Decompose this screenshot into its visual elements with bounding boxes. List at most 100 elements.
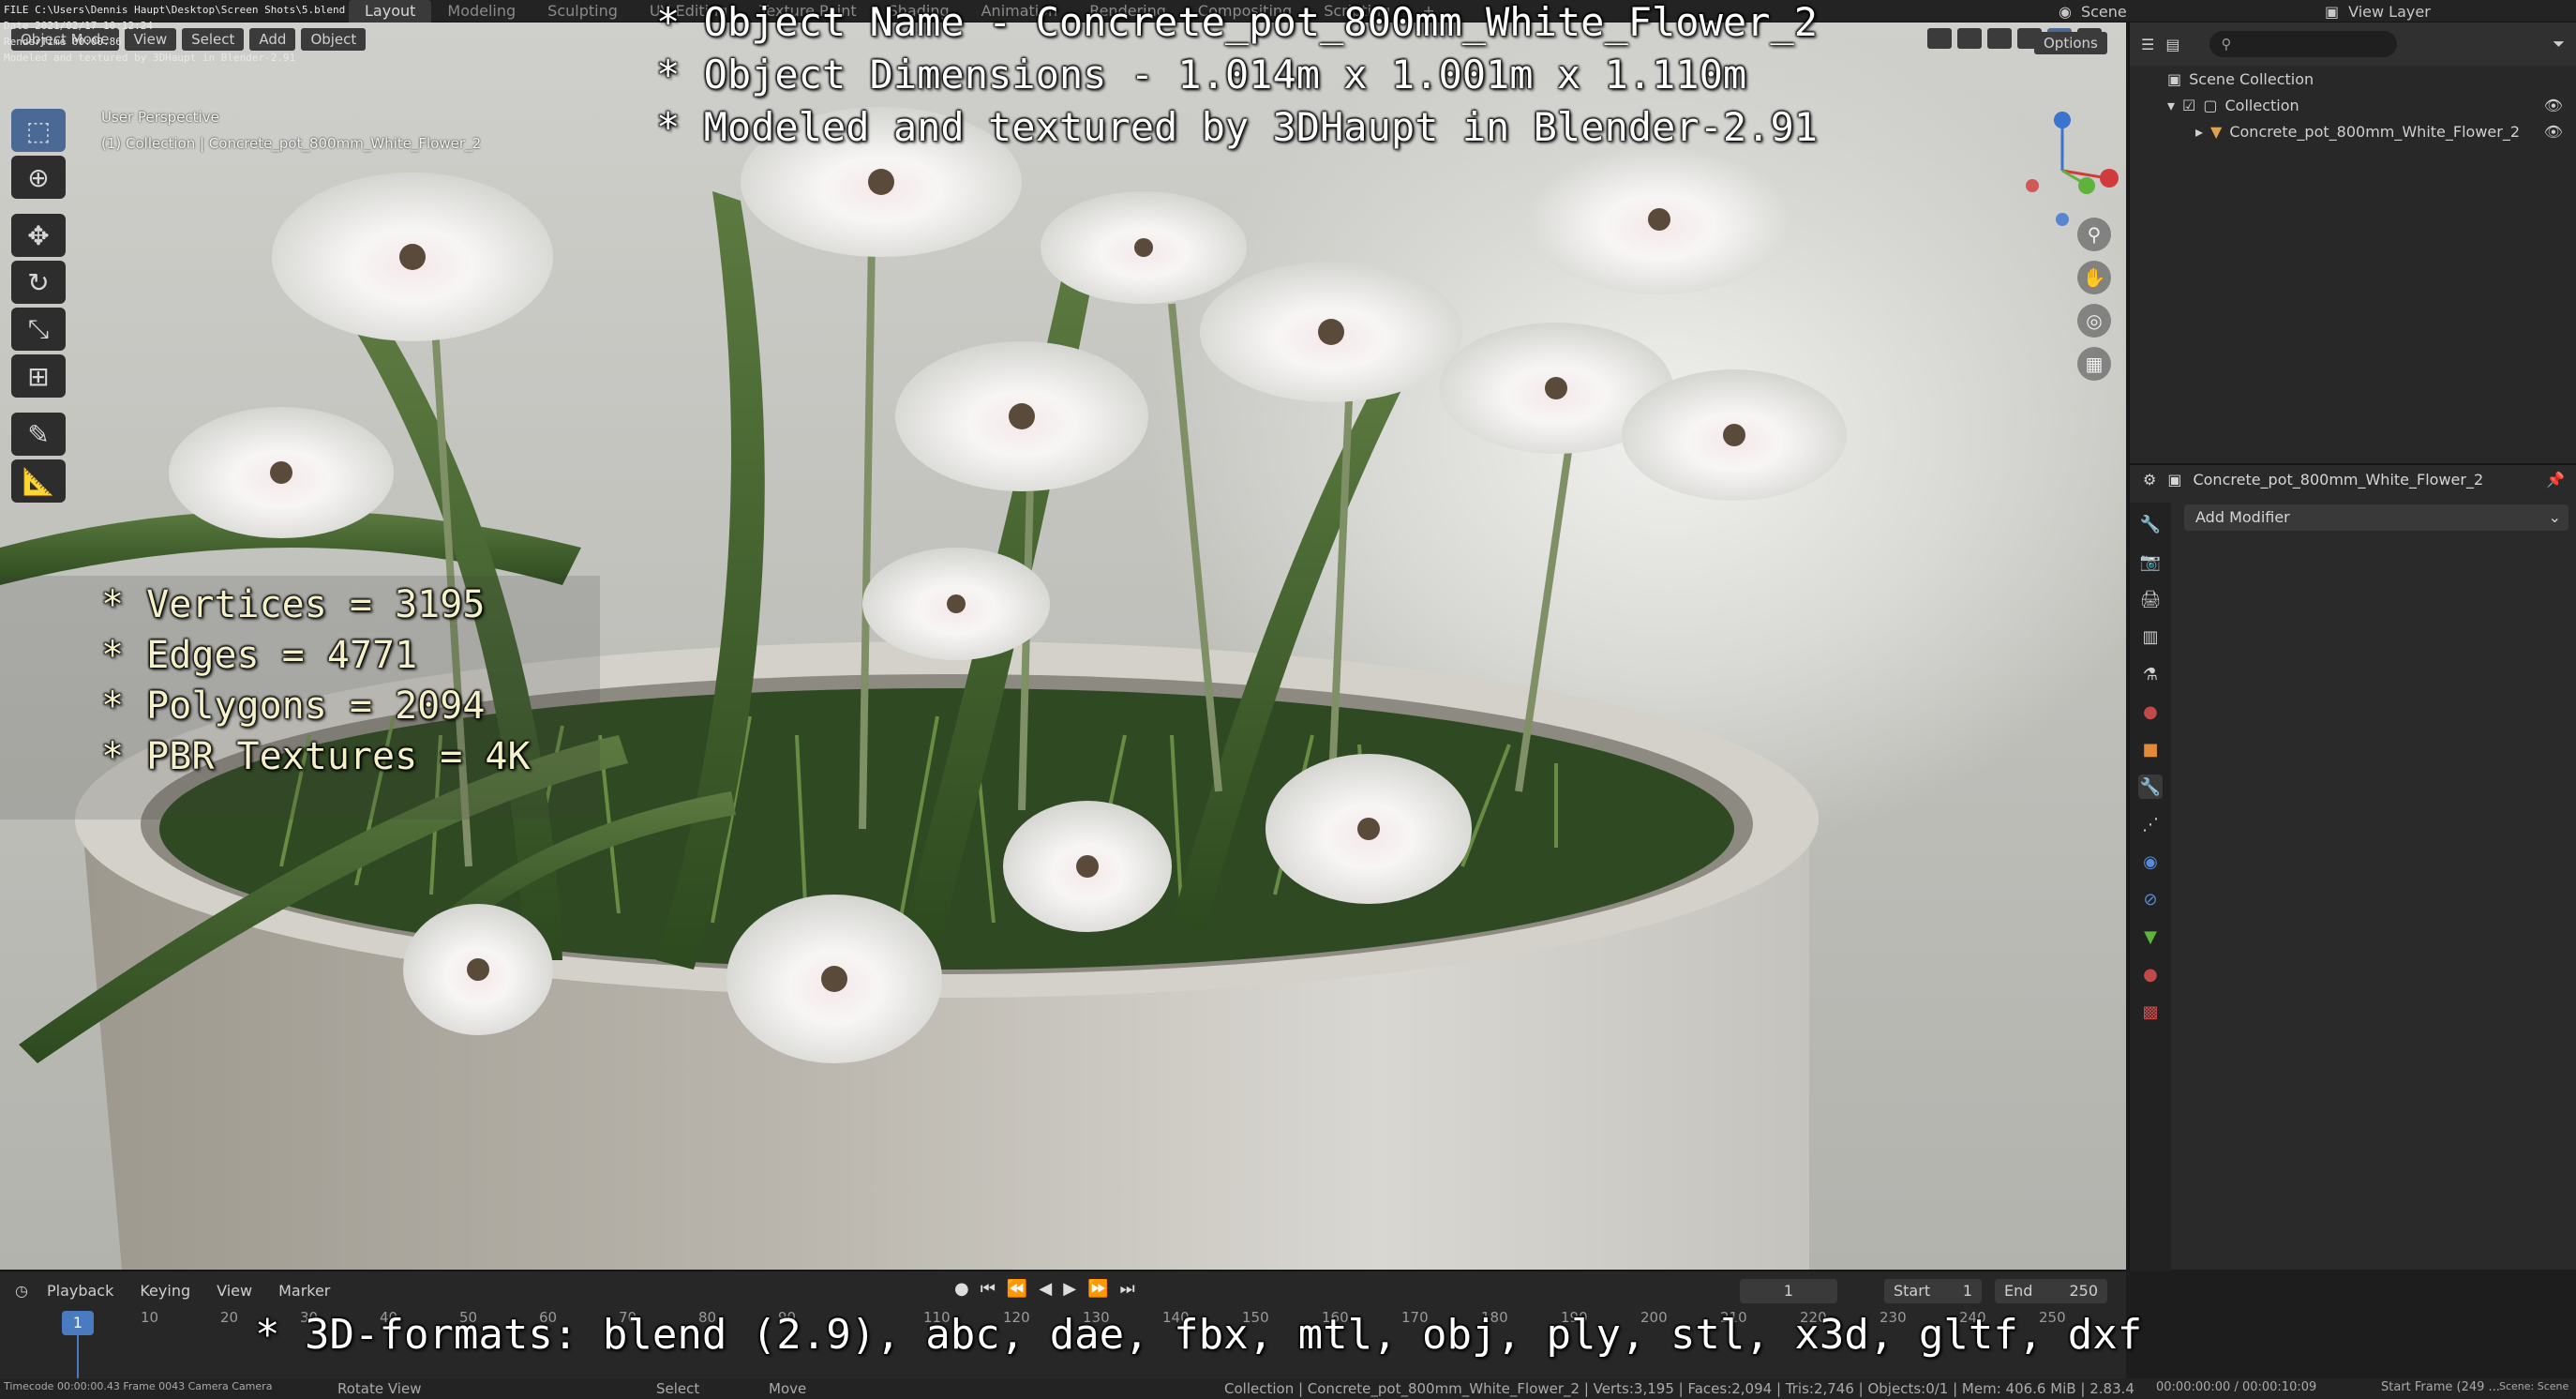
jump-start-icon[interactable]: ⏮ <box>981 1279 996 1299</box>
xray-toggle[interactable] <box>1957 28 1982 49</box>
render-stamp: FILE C:\Users\Dennis Haupt\Desktop\Scree… <box>0 0 375 68</box>
end-value: 250 <box>2069 1282 2098 1300</box>
navigation-gizmo[interactable] <box>2006 105 2119 227</box>
checkbox-icon[interactable]: ☑ <box>2182 97 2195 114</box>
play-icon[interactable]: ▶ <box>1063 1279 1076 1299</box>
end-frame-field[interactable]: End 250 <box>1995 1279 2107 1303</box>
zoom-button[interactable]: ⚲ <box>2077 218 2111 251</box>
expand-arrow-icon: ▸ <box>2195 122 2204 141</box>
play-reverse-icon[interactable]: ◀ <box>1039 1279 1052 1299</box>
overlay-toggle[interactable] <box>1927 28 1952 49</box>
keying-menu[interactable]: Keying <box>132 1280 198 1301</box>
properties-object-name: Concrete_pot_800mm_White_Flower_2 <box>2193 470 2484 489</box>
pan-button[interactable]: ✋ <box>2077 261 2111 294</box>
textures-stat: * PBR Textures = 4K <box>101 735 531 778</box>
tree-item-label: Scene Collection <box>2189 69 2314 88</box>
tree-item-object[interactable]: ▸ ▼ Concrete_pot_800mm_White_Flower_2 👁 <box>2130 118 2576 144</box>
select-box-tool[interactable]: ⬚ <box>11 109 66 152</box>
view-layer-selector[interactable]: ▣ View Layer <box>2325 0 2431 23</box>
tree-item-scene-collection[interactable]: ▣ Scene Collection <box>2130 66 2576 92</box>
add-modifier-label: Add Modifier <box>2195 508 2290 526</box>
timeline-view-menu[interactable]: View <box>209 1280 260 1301</box>
annotate-icon: ✎ <box>27 418 50 450</box>
add-modifier-dropdown[interactable]: Add Modifier ⌄ <box>2184 504 2569 531</box>
mouse-move-hint: Move <box>769 1380 807 1397</box>
current-frame-field[interactable]: 1 <box>1740 1279 1837 1303</box>
scene-tab-icon[interactable]: ⚗ <box>2138 662 2163 686</box>
view-layer-label: View Layer <box>2348 2 2431 21</box>
visibility-eye-icon[interactable]: 👁 <box>2544 123 2563 141</box>
stamp-credit: Modeled and textured by 3DHaupt in Blend… <box>4 52 296 64</box>
collection-icon: ▢ <box>2203 96 2218 114</box>
editor-type-icon[interactable]: ◷ <box>15 1282 28 1300</box>
editor-type-icon[interactable]: ☰ <box>2141 36 2154 53</box>
outliner-search-input[interactable]: ⚲ <box>2209 31 2398 57</box>
scale-tool[interactable]: ⤡ <box>11 308 66 351</box>
timeline-tick: 20 <box>220 1309 239 1326</box>
tree-item-collection[interactable]: ▾ ☑ ▢ Collection 👁 <box>2130 92 2576 118</box>
tool-tab-icon[interactable]: 🔧 <box>2138 512 2163 536</box>
transform-tool[interactable]: ⊞ <box>11 354 66 398</box>
jump-end-icon[interactable]: ⏭ <box>1119 1279 1134 1299</box>
wireframe-shading-button[interactable] <box>1987 28 2012 49</box>
move-tool[interactable]: ✥ <box>11 214 66 257</box>
timeline-tick: 10 <box>141 1309 159 1326</box>
vertices-stat: * Vertices = 3195 <box>101 583 486 626</box>
render-tab-icon[interactable]: 📷 <box>2138 549 2163 574</box>
transport-controls: ● ⏮ ⏪ ◀ ▶ ⏩ ⏭ <box>954 1279 1135 1299</box>
workspace-tab-modeling[interactable]: Modeling <box>431 0 532 23</box>
status-bar: Timecode 00:00:00.43 Frame 0043 Camera C… <box>0 1378 2576 1399</box>
data-tab-icon[interactable]: ▼ <box>2138 925 2163 949</box>
tool-shelf: ⬚ ⊕ ✥ ↻ ⤡ ⊞ ✎ 📐 <box>11 109 66 503</box>
stamp-rendertime: RenderTime 00:00.86 <box>4 36 122 48</box>
physics-tab-icon[interactable]: ◉ <box>2138 850 2163 874</box>
playhead[interactable]: 1 <box>62 1311 94 1335</box>
ortho-toggle-button[interactable]: ▦ <box>2077 347 2111 381</box>
scene-collection-icon: ▣ <box>2167 69 2182 88</box>
rotate-tool[interactable]: ↻ <box>11 261 66 304</box>
active-collection-label: (1) Collection | Concrete_pot_800mm_Whit… <box>101 135 482 152</box>
scale-icon: ⤡ <box>27 313 50 344</box>
cursor-tool[interactable]: ⊕ <box>11 156 66 199</box>
filter-icon[interactable]: ⏷ <box>2553 35 2565 53</box>
start-frame-field[interactable]: Start 1 <box>1884 1279 1982 1303</box>
world-tab-icon[interactable]: ● <box>2138 700 2163 724</box>
rotate-icon: ↻ <box>27 266 50 298</box>
end-label: End <box>2004 1282 2033 1300</box>
view-layer-icon: ▣ <box>2325 2 2340 21</box>
workspace-tab-sculpting[interactable]: Sculpting <box>532 0 634 23</box>
camera-view-button[interactable]: ◎ <box>2077 304 2111 338</box>
formats-overlay: * 3D-formats: blend (2.9), abc, dae, fbx… <box>255 1311 2143 1359</box>
object-tab-icon[interactable]: ■ <box>2138 737 2163 761</box>
modifier-tab-icon[interactable]: 🔧 <box>2138 775 2163 799</box>
display-mode-icon[interactable]: ▤ <box>2165 36 2179 53</box>
options-button[interactable]: Options <box>2034 32 2107 54</box>
record-icon[interactable]: ● <box>954 1279 969 1299</box>
annotate-tool[interactable]: ✎ <box>11 413 66 456</box>
constraints-tab-icon[interactable]: ⊘ <box>2138 887 2163 911</box>
marker-menu[interactable]: Marker <box>271 1280 337 1301</box>
mesh-object-icon: ▼ <box>2210 122 2223 141</box>
playback-menu[interactable]: Playback <box>39 1280 121 1301</box>
outliner-panel: ☰ ▤ ⚲ ⏷ ▣ Scene Collection ▾ ☑ ▢ Collect… <box>2128 23 2576 463</box>
next-keyframe-icon[interactable]: ⏩ <box>1087 1279 1108 1299</box>
perspective-label: User Perspective <box>101 109 219 126</box>
scene-selector[interactable]: ◉ Scene <box>2059 0 2127 23</box>
editor-type-icon[interactable]: ⚙ <box>2143 471 2156 489</box>
x-axis-handle <box>2100 169 2119 188</box>
particles-tab-icon[interactable]: ⋰ <box>2138 812 2163 836</box>
title-overlay: * Object Name - Concrete_pot_800mm_White… <box>656 0 1818 154</box>
transform-icon: ⊞ <box>27 360 50 392</box>
output-tab-icon[interactable]: 🖨 <box>2138 587 2163 611</box>
mesh-stats-overlay: * Vertices = 3195 * Edges = 4771 * Polyg… <box>101 579 531 782</box>
scene-icon: ◉ <box>2059 2 2072 21</box>
visibility-eye-icon[interactable]: 👁 <box>2544 97 2563 114</box>
pin-icon[interactable]: 📌 <box>2546 471 2565 489</box>
playhead-line <box>77 1335 79 1380</box>
timeline-header: ◷ Playback Keying View Marker ● ⏮ ⏪ ◀ ▶ … <box>0 1271 2126 1309</box>
view-layer-tab-icon[interactable]: ▥ <box>2138 624 2163 649</box>
material-tab-icon[interactable]: ● <box>2138 962 2163 986</box>
prev-keyframe-icon[interactable]: ⏪ <box>1007 1279 1027 1299</box>
measure-tool[interactable]: 📐 <box>11 459 66 503</box>
texture-tab-icon[interactable]: ▩ <box>2138 1000 2163 1024</box>
